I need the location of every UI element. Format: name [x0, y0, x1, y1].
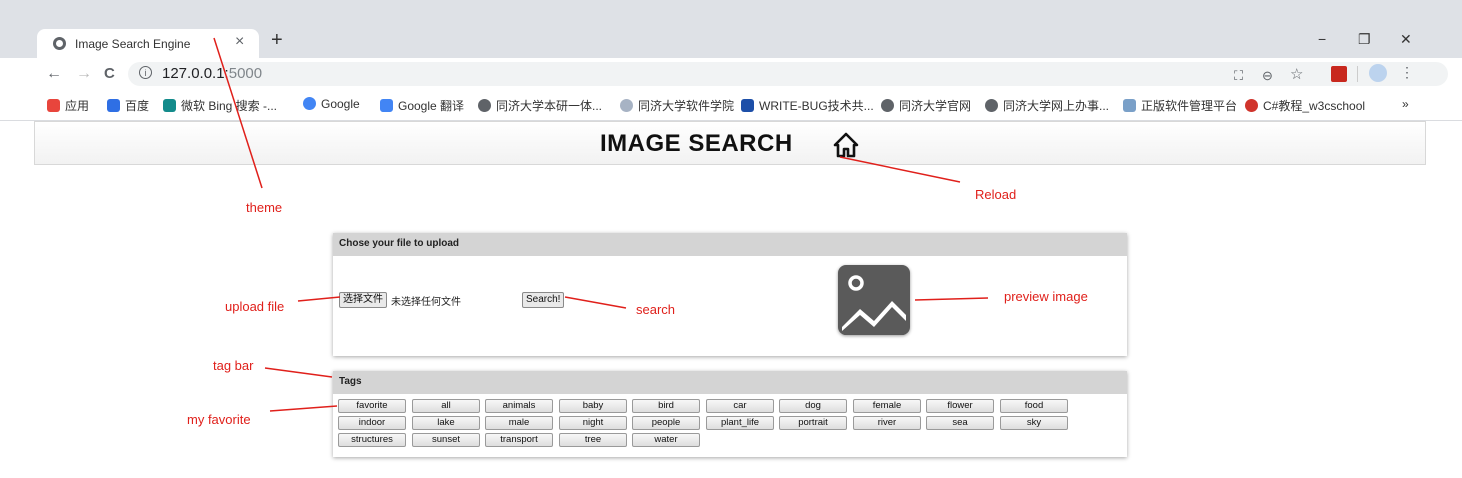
- theme-annotation: theme: [246, 200, 283, 215]
- tag-button-people[interactable]: people: [632, 416, 700, 430]
- tag-button-tree[interactable]: tree: [559, 433, 627, 447]
- bookmark-item[interactable]: 同济大学官网: [881, 97, 971, 114]
- google-icon: [303, 97, 316, 110]
- tag-button-female[interactable]: female: [853, 399, 921, 413]
- maximize-button[interactable]: ❐: [1358, 31, 1371, 48]
- globe-icon: [985, 99, 998, 112]
- tag-button-sea[interactable]: sea: [926, 416, 994, 430]
- tag-button-water[interactable]: water: [632, 433, 700, 447]
- menu-icon[interactable]: ⋮: [1400, 64, 1414, 81]
- tag-button-sunset[interactable]: sunset: [412, 433, 480, 447]
- home-icon[interactable]: [833, 132, 859, 158]
- w3cschool-icon: [1245, 99, 1258, 112]
- upload-file-annotation: upload file: [225, 299, 285, 314]
- search-button[interactable]: Search!: [522, 292, 565, 308]
- tag-button-plant-life[interactable]: plant_life: [706, 416, 774, 430]
- tag-button-food[interactable]: food: [1000, 399, 1068, 413]
- globe-icon: [478, 99, 491, 112]
- file-status: 未选择任何文件: [391, 297, 461, 308]
- tag-button-portrait[interactable]: portrait: [779, 416, 847, 430]
- reload-button[interactable]: C: [104, 65, 115, 83]
- url-host: 127.0.0.1:: [162, 65, 229, 82]
- tongji-icon: [620, 99, 633, 112]
- tag-button-lake[interactable]: lake: [412, 416, 480, 430]
- preview-image: [838, 265, 910, 335]
- bookmark-item[interactable]: 微软 Bing 搜索 -...: [163, 97, 277, 114]
- tag-button-car[interactable]: car: [706, 399, 774, 413]
- tab-title: Image Search Engine: [75, 37, 191, 51]
- bookmark-item[interactable]: 同济大学软件学院: [620, 97, 734, 114]
- tag-button-baby[interactable]: baby: [559, 399, 627, 413]
- tag-button-transport[interactable]: transport: [485, 433, 553, 447]
- bookmark-item[interactable]: 同济大学本研一体...: [478, 97, 602, 114]
- bookmark-item[interactable]: 百度: [107, 97, 149, 114]
- toolbar-divider: [1357, 66, 1358, 82]
- pdf-extension-icon[interactable]: [1331, 66, 1347, 82]
- tag-button-indoor[interactable]: indoor: [338, 416, 406, 430]
- bookmark-item[interactable]: 同济大学网上办事...: [985, 97, 1109, 114]
- tab-close-button[interactable]: ×: [235, 33, 244, 51]
- tags-panel-title: Tags: [333, 371, 1127, 394]
- tag-button-sky[interactable]: sky: [1000, 416, 1068, 430]
- search-annotation: search: [636, 302, 676, 317]
- preview-image-annotation: preview image: [1004, 289, 1088, 304]
- tag-button-flower[interactable]: flower: [926, 399, 994, 413]
- forward-button[interactable]: →: [76, 65, 92, 83]
- bookmarks-more-button[interactable]: »: [1402, 97, 1409, 111]
- tag-bar-annotation: tag bar: [213, 358, 254, 373]
- browser-tab-strip: Image Search Engine × + − ❐ ✕: [0, 0, 1462, 58]
- back-button[interactable]: ←: [46, 65, 62, 83]
- tag-button-bird[interactable]: bird: [632, 399, 700, 413]
- bookmark-item[interactable]: Google 翻译: [380, 97, 464, 114]
- bookmarks-bar: 应用 百度 微软 Bing 搜索 -... Google Google 翻译 同…: [0, 91, 1462, 121]
- tag-button-animals[interactable]: animals: [485, 399, 553, 413]
- browser-toolbar: ← → C i 127.0.0.1:5000 ⛶ ⊖ ☆ ⋮: [0, 58, 1462, 91]
- reload-annotation: Reload: [975, 187, 1017, 202]
- tag-button-night[interactable]: night: [559, 416, 627, 430]
- tag-button-male[interactable]: male: [485, 416, 553, 430]
- my-favorite-arrow: [269, 405, 338, 412]
- apps-icon: [47, 99, 60, 112]
- address-bar[interactable]: i 127.0.0.1:5000 ⛶ ⊖ ☆: [128, 62, 1448, 86]
- profile-avatar[interactable]: [1369, 64, 1387, 82]
- url-port: 5000: [228, 65, 263, 82]
- tag-button-favorite[interactable]: favorite: [338, 399, 406, 413]
- bookmark-item[interactable]: WRITE-BUG技术共...: [741, 97, 874, 114]
- bookmark-item[interactable]: Google: [303, 97, 360, 111]
- globe-icon: [53, 37, 66, 50]
- choose-file-button[interactable]: 选择文件: [339, 292, 387, 308]
- bing-icon: [163, 99, 176, 112]
- tag-bar-arrow: [264, 367, 333, 378]
- tag-button-structures[interactable]: structures: [338, 433, 406, 447]
- bookmark-item[interactable]: 应用: [47, 97, 89, 114]
- my-favorite-annotation: my favorite: [187, 412, 251, 427]
- translate-icon[interactable]: ⛶: [1234, 68, 1243, 84]
- tag-button-all[interactable]: all: [412, 399, 480, 413]
- new-tab-button[interactable]: +: [271, 29, 283, 51]
- baidu-icon: [107, 99, 120, 112]
- zoom-icon[interactable]: ⊖: [1262, 68, 1273, 84]
- tag-button-river[interactable]: river: [853, 416, 921, 430]
- bookmark-item[interactable]: 正版软件管理平台: [1123, 97, 1237, 114]
- bookmark-star-icon[interactable]: ☆: [1290, 65, 1303, 83]
- upload-panel-title: Chose your file to upload: [333, 233, 1127, 256]
- google-translate-icon: [380, 99, 393, 112]
- minimize-button[interactable]: −: [1318, 31, 1326, 47]
- globe-icon: [881, 99, 894, 112]
- page-header: IMAGE SEARCH: [34, 121, 1426, 165]
- image-placeholder-icon: [842, 275, 906, 335]
- site-info-icon[interactable]: i: [139, 66, 152, 79]
- writebug-icon: [741, 99, 754, 112]
- browser-tab[interactable]: Image Search Engine ×: [37, 29, 259, 58]
- software-platform-icon: [1123, 99, 1136, 112]
- close-window-button[interactable]: ✕: [1400, 31, 1412, 48]
- bookmark-item[interactable]: C#教程_w3cschool: [1245, 97, 1365, 114]
- tag-button-dog[interactable]: dog: [779, 399, 847, 413]
- address-url: 127.0.0.1:5000: [162, 65, 262, 82]
- page-title: IMAGE SEARCH: [600, 130, 793, 157]
- tags-panel: Tags favorite all animals baby bird car dog fem…: [333, 371, 1127, 457]
